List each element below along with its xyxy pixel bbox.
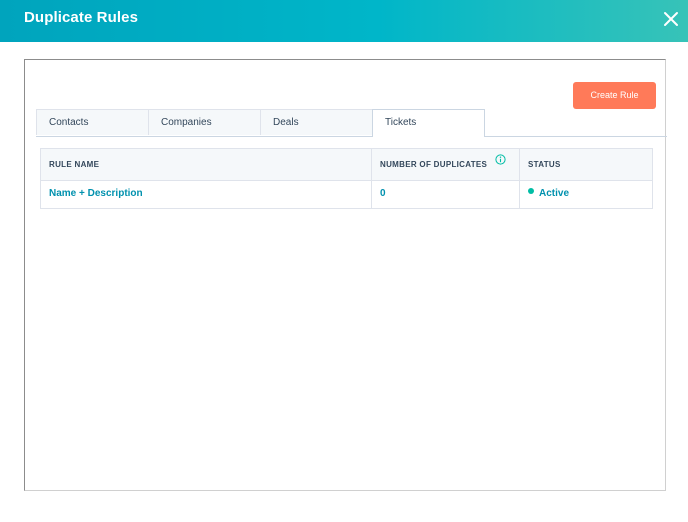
object-tabs: Contacts Companies Deals Tickets <box>36 109 667 137</box>
rules-panel: Create Rule Contacts Companies Deals Tic… <box>24 59 667 491</box>
close-button[interactable] <box>660 8 682 30</box>
header-number-of-duplicates: NUMBER OF DUPLICATES <box>380 160 488 169</box>
cell-duplicates: 0 <box>372 180 520 208</box>
dialog-header: Duplicate Rules <box>0 0 688 42</box>
tab-tickets[interactable]: Tickets <box>372 109 485 137</box>
close-icon <box>664 12 678 26</box>
create-rule-button[interactable]: Create Rule <box>573 82 656 109</box>
header-rule-name: RULE NAME <box>49 160 100 169</box>
header-cell-rule-name: RULE NAME <box>41 149 372 180</box>
header-cell-status: STATUS <box>520 149 652 180</box>
table-row: Name + Description 0 Active <box>41 180 652 208</box>
cell-status: Active <box>520 180 652 208</box>
duplicates-count-link[interactable]: 0 <box>380 188 386 199</box>
status-dot-icon <box>528 187 534 194</box>
cell-rule-name: Name + Description <box>41 180 372 208</box>
table-header: RULE NAME NUMBER OF DUPLICATES STATUS <box>41 149 652 181</box>
rule-name-link[interactable]: Name + Description <box>49 188 143 199</box>
tab-contacts[interactable]: Contacts <box>36 109 149 135</box>
status-label[interactable]: Active <box>539 188 569 199</box>
header-cell-duplicates: NUMBER OF DUPLICATES <box>372 149 520 180</box>
dialog-title: Duplicate Rules <box>24 9 139 26</box>
info-icon[interactable] <box>495 152 506 170</box>
rules-table: RULE NAME NUMBER OF DUPLICATES STATUS Na… <box>40 148 653 209</box>
tab-deals[interactable]: Deals <box>260 109 373 135</box>
tab-companies[interactable]: Companies <box>148 109 261 135</box>
header-status: STATUS <box>528 160 561 169</box>
